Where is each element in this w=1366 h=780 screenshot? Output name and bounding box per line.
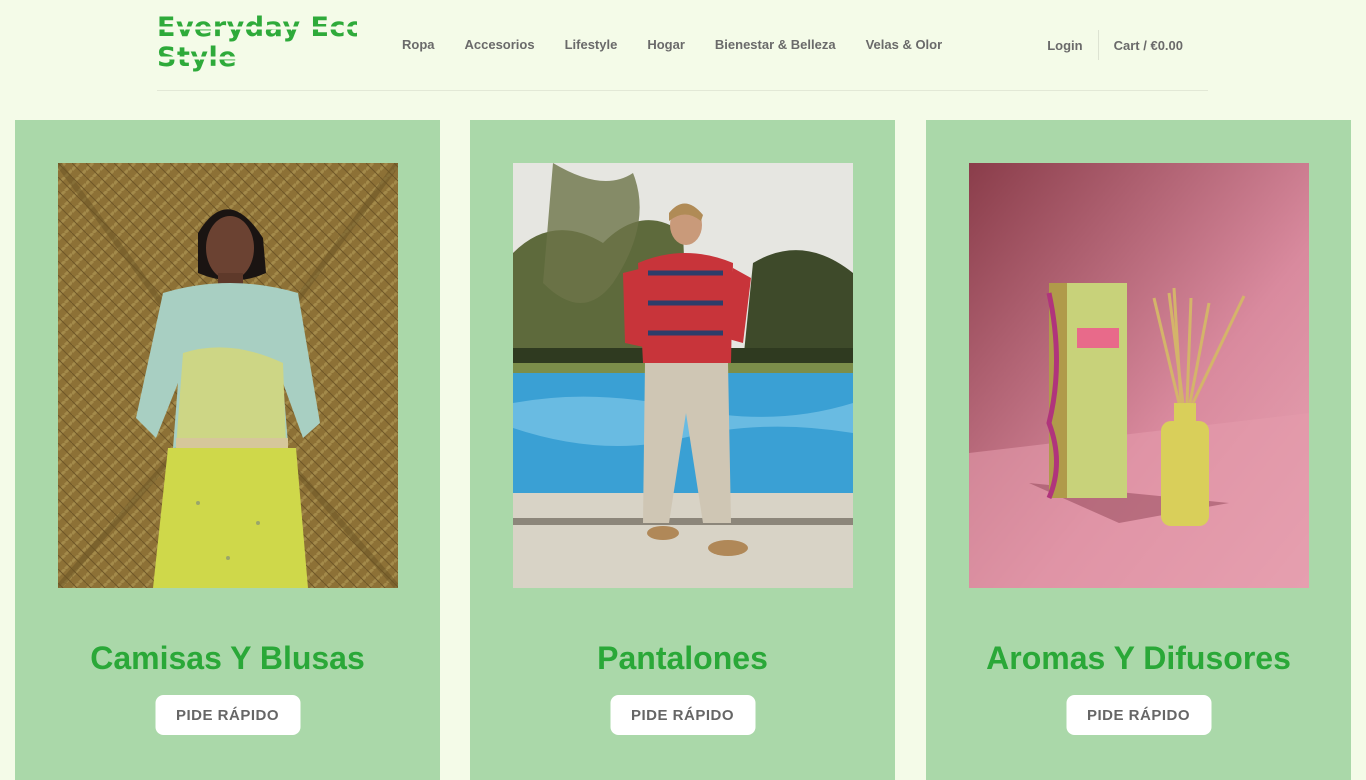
category-card-aromas: Aromas Y Difusores PIDE RÁPIDO: [926, 120, 1351, 780]
order-quick-button[interactable]: PIDE RÁPIDO: [1066, 695, 1211, 735]
logo-line-2: Style: [157, 43, 357, 73]
cart-link[interactable]: Cart / €0.00: [1114, 38, 1183, 53]
nav-item-bienestar-belleza[interactable]: Bienestar & Belleza: [715, 37, 836, 52]
nav-item-accesorios[interactable]: Accesorios: [465, 37, 535, 52]
main-nav: Ropa Accesorios Lifestyle Hogar Bienesta…: [402, 37, 972, 52]
nav-item-hogar[interactable]: Hogar: [647, 37, 685, 52]
logo-line-1: Everyday Eco: [157, 12, 365, 43]
order-quick-button[interactable]: PIDE RÁPIDO: [155, 695, 300, 735]
category-title[interactable]: Pantalones: [470, 640, 895, 677]
category-title[interactable]: Aromas Y Difusores: [926, 640, 1351, 677]
product-photo-pantalones[interactable]: [513, 163, 853, 588]
photo-diffuser: [969, 163, 1309, 588]
nav-item-ropa[interactable]: Ropa: [402, 37, 435, 52]
photo-woman-blouse: [58, 163, 398, 588]
nav-item-lifestyle[interactable]: Lifestyle: [565, 37, 618, 52]
category-card-pantalones: Pantalones PIDE RÁPIDO: [470, 120, 895, 780]
order-quick-button[interactable]: PIDE RÁPIDO: [610, 695, 755, 735]
category-card-camisas: Camisas Y Blusas PIDE RÁPIDO: [15, 120, 440, 780]
nav-item-velas-olor[interactable]: Velas & Olor: [866, 37, 943, 52]
product-photo-aromas[interactable]: [969, 163, 1309, 588]
photo-man-pool: [513, 163, 853, 588]
account-area: Login Cart / €0.00: [1047, 29, 1183, 61]
site-header: Everyday Eco Style Ropa Accesorios Lifes…: [157, 0, 1208, 91]
category-title[interactable]: Camisas Y Blusas: [15, 640, 440, 677]
product-photo-camisas[interactable]: [58, 163, 398, 588]
divider: [1097, 30, 1099, 60]
site-logo[interactable]: Everyday Eco Style: [157, 12, 365, 73]
login-link[interactable]: Login: [1047, 38, 1082, 53]
